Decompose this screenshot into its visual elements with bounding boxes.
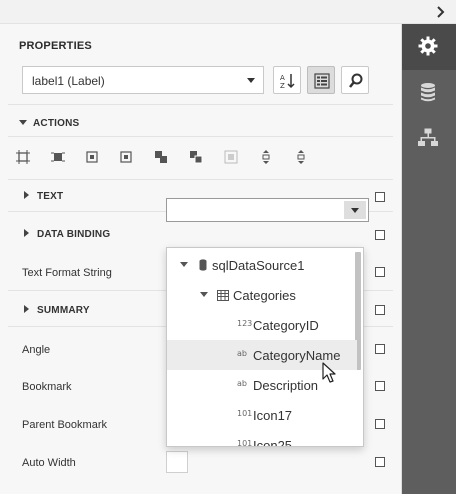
database-icon xyxy=(421,83,435,102)
chevron-down-icon xyxy=(247,78,255,83)
side-tab-strip xyxy=(402,24,456,494)
tree-node-label: Categories xyxy=(233,288,296,303)
search-button[interactable] xyxy=(341,66,369,94)
collapsed-arrow-icon xyxy=(24,191,29,199)
expanded-arrow-icon[interactable] xyxy=(200,292,208,297)
divider xyxy=(8,179,393,180)
horizontal-spacing-icon[interactable] xyxy=(294,150,308,164)
expanded-arrow-icon xyxy=(19,120,27,125)
tree-node-field[interactable]: 101 Icon17 xyxy=(167,400,357,430)
tab-properties[interactable] xyxy=(402,24,456,70)
datasource-icon xyxy=(199,259,207,271)
panel-title: PROPERTIES xyxy=(19,40,92,52)
section-summary[interactable]: SUMMARY xyxy=(24,305,90,316)
center-vertically-icon[interactable] xyxy=(119,150,133,164)
collapsed-arrow-icon xyxy=(24,229,29,237)
tab-report-explorer[interactable] xyxy=(402,116,456,162)
tree-node-field[interactable]: 101 Icon25 xyxy=(167,430,357,447)
section-text[interactable]: TEXT xyxy=(24,191,63,202)
tree-node-label: Icon17 xyxy=(253,408,293,423)
tree-node-datasource[interactable]: sqlDataSource1 xyxy=(167,250,357,280)
checkbox[interactable] xyxy=(375,419,385,429)
section-data-binding-label: DATA BINDING xyxy=(37,229,111,240)
top-strip xyxy=(0,0,456,24)
section-summary-label: SUMMARY xyxy=(37,305,90,316)
vertical-spacing-icon[interactable] xyxy=(259,150,273,164)
bring-to-front-icon[interactable] xyxy=(154,150,168,164)
property-label-text-format-string: Text Format String xyxy=(22,267,112,279)
property-label-angle: Angle xyxy=(22,344,51,356)
field-list-dropdown: sqlDataSource1 Categories 123 CategoryID… xyxy=(166,247,364,447)
tab-field-list[interactable] xyxy=(402,70,456,116)
divider xyxy=(8,136,393,137)
svg-text:Z: Z xyxy=(280,82,285,90)
auto-width-editor[interactable] xyxy=(166,451,188,473)
tree-node-field[interactable]: 123 CategoryID xyxy=(167,310,357,340)
binary-field-icon: 101 xyxy=(237,439,253,447)
section-actions[interactable]: ACTIONS xyxy=(19,118,79,129)
tree-node-label: Icon25 xyxy=(253,438,293,447)
component-selector[interactable]: label1 (Label) xyxy=(22,66,264,94)
center-horizontally-icon[interactable] xyxy=(85,150,99,164)
categorized-view-button[interactable] xyxy=(307,66,335,94)
search-icon xyxy=(349,73,363,88)
number-field-icon: 123 xyxy=(237,319,253,328)
property-label-parent-bookmark: Parent Bookmark xyxy=(22,419,107,431)
checkbox[interactable] xyxy=(375,305,385,315)
tree-node-table[interactable]: Categories xyxy=(167,280,357,310)
send-to-back-icon[interactable] xyxy=(189,150,203,164)
checkbox[interactable] xyxy=(375,192,385,202)
table-icon xyxy=(217,290,229,301)
section-data-binding[interactable]: DATA BINDING xyxy=(24,229,110,240)
tree-node-label: CategoryName xyxy=(253,348,341,363)
report-explorer-icon xyxy=(418,128,438,146)
string-field-icon: ab xyxy=(237,349,247,358)
expanded-arrow-icon[interactable] xyxy=(180,262,188,267)
svg-text:A: A xyxy=(280,74,285,82)
property-label-auto-width: Auto Width xyxy=(22,457,76,469)
string-field-icon: ab xyxy=(237,379,247,388)
data-binding-editor[interactable] xyxy=(166,198,369,222)
section-actions-label: ACTIONS xyxy=(33,118,80,129)
divider xyxy=(8,104,393,105)
checkbox[interactable] xyxy=(375,457,385,467)
align-to-grid-icon[interactable] xyxy=(16,150,30,164)
section-text-label: TEXT xyxy=(37,191,64,202)
checkbox[interactable] xyxy=(375,381,385,391)
sort-alphabetical-icon: A Z xyxy=(280,74,295,90)
tree-node-label: sqlDataSource1 xyxy=(212,258,305,273)
dropdown-button[interactable] xyxy=(344,201,366,219)
property-label-bookmark: Bookmark xyxy=(22,381,72,393)
categorized-view-icon xyxy=(314,73,330,89)
component-selector-value: label1 (Label) xyxy=(32,74,105,88)
collapsed-arrow-icon xyxy=(24,305,29,313)
mouse-cursor-icon xyxy=(322,362,336,383)
binary-field-icon: 101 xyxy=(237,409,253,418)
tree-node-label: CategoryID xyxy=(253,318,319,333)
checkbox[interactable] xyxy=(375,230,385,240)
tree-node-label: Description xyxy=(253,378,319,393)
size-to-grid-icon[interactable] xyxy=(51,150,65,164)
gear-icon xyxy=(418,36,438,56)
fit-to-container-icon[interactable] xyxy=(224,150,238,164)
sort-alphabetical-button[interactable]: A Z xyxy=(273,66,301,94)
checkbox[interactable] xyxy=(375,344,385,354)
actions-toolbar xyxy=(14,150,314,166)
collapse-panel-icon[interactable] xyxy=(432,4,448,20)
checkbox[interactable] xyxy=(375,267,385,277)
